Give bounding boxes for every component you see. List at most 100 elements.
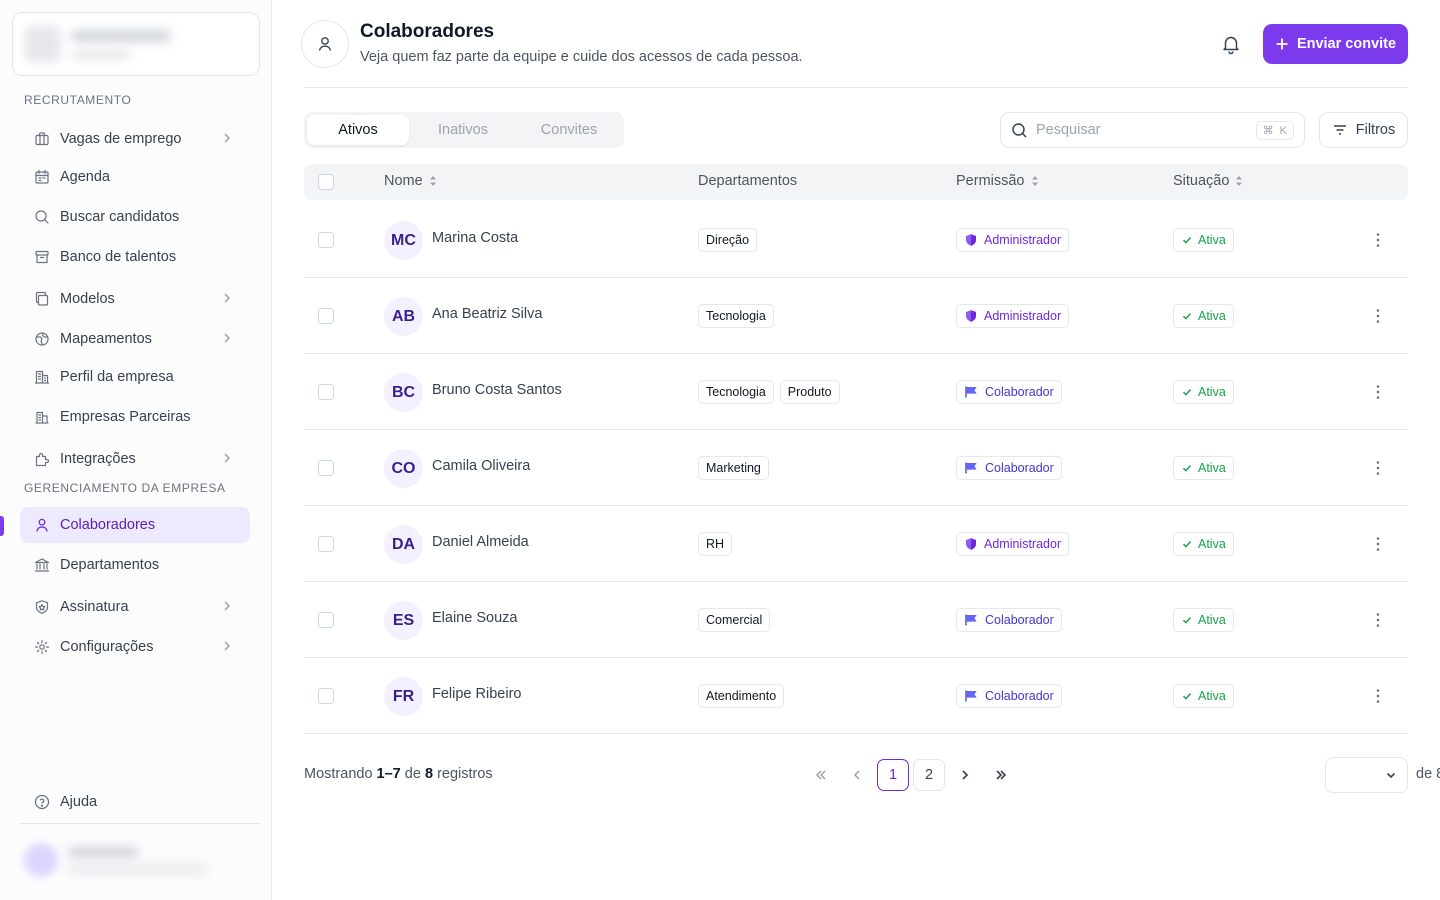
sidebar-item-label: Modelos [60,291,115,307]
row-checkbox[interactable] [318,232,334,248]
first-page-button[interactable] [805,759,837,791]
sidebar-item-modelos[interactable]: Modelos [20,281,250,317]
departments-cell: Atendimento [698,684,785,708]
table-row[interactable]: FR Felipe Ribeiro Atendimento Colaborador At… [304,658,1408,734]
search-icon [1012,122,1027,138]
departments-cell: Marketing [698,456,769,480]
column-header-name[interactable]: Nome [384,173,437,189]
chevron-right-icon [220,331,234,345]
page-1-button[interactable]: 1 [877,759,909,791]
search-box: ⌘ K [1000,112,1305,148]
row-actions-kebab-icon[interactable] [1368,458,1388,478]
sort-icon [1031,176,1038,186]
member-name: Camila Oliveira [432,458,531,474]
row-checkbox[interactable] [318,536,334,552]
row-actions-kebab-icon[interactable] [1368,610,1388,630]
page-select[interactable] [1325,757,1408,793]
row-actions-kebab-icon[interactable] [1368,686,1388,706]
departments-cell: Tecnologia Produto [698,380,840,404]
status-badge: Ativa [1173,608,1234,632]
sidebar-item-configuracoes[interactable]: Configurações [20,629,250,665]
shield-icon [34,599,50,615]
shield-badge-icon [966,538,976,550]
row-actions-kebab-icon[interactable] [1368,230,1388,250]
last-page-button[interactable] [985,759,1017,791]
sidebar-item-perfil-da-empresa[interactable]: Perfil da empresa [20,359,250,395]
send-invite-button[interactable]: Enviar convite [1263,24,1408,64]
permission-badge: Colaborador [956,684,1062,708]
sidebar-item-label: Configurações [60,639,154,655]
help-circle-icon [34,794,50,810]
table-row[interactable]: MC Marina Costa Direção Administrador Ativa [304,202,1408,278]
table-row[interactable]: DA Daniel Almeida RH Administrador Ativa [304,506,1408,582]
status-badge: Ativa [1173,532,1234,556]
row-actions-kebab-icon[interactable] [1368,382,1388,402]
column-header-status[interactable]: Situação [1173,173,1243,189]
table-row[interactable]: ES Elaine Souza Comercial Colaborador Ativa [304,582,1408,658]
department-chip: Tecnologia [698,380,774,404]
chevron-right-icon [220,451,234,465]
organization-switcher[interactable] [12,12,260,76]
shield-badge-icon [966,234,976,246]
row-checkbox[interactable] [318,460,334,476]
row-checkbox[interactable] [318,384,334,400]
status-badge: Ativa [1173,228,1234,252]
briefcase-icon [34,131,50,147]
sidebar-item-label: Banco de talentos [60,249,177,265]
sidebar-item-assinatura[interactable]: Assinatura [20,589,250,625]
tab-convites[interactable]: Convites [517,115,621,145]
search-input[interactable] [1036,122,1246,138]
tab-inativos[interactable]: Inativos [409,115,517,145]
buildings-icon [34,409,50,425]
flag-icon [965,462,977,474]
sidebar-item-empresas-parceiras[interactable]: Empresas Parceiras [20,399,250,435]
previous-page-button[interactable] [841,759,873,791]
avatar: BC [384,373,423,412]
row-checkbox[interactable] [318,612,334,628]
tab-ativos[interactable]: Ativos [307,115,409,145]
table-row[interactable]: BC Bruno Costa Santos Tecnologia Produto Col… [304,354,1408,430]
avatar: FR [384,677,423,716]
chevron-right-icon [962,770,969,780]
chevron-left-icon [853,770,860,780]
row-checkbox[interactable] [318,688,334,704]
table-header: Nome Departamentos Permissão Situação [304,164,1408,200]
sidebar-item-agenda[interactable]: Agenda [20,159,250,195]
avatar: DA [384,525,423,564]
page-2-button[interactable]: 2 [913,759,945,791]
sidebar-item-integracoes[interactable]: Integrações [20,441,250,477]
row-actions-kebab-icon[interactable] [1368,306,1388,326]
table-row[interactable]: AB Ana Beatriz Silva Tecnologia Administrad… [304,278,1408,354]
shortcut-badge: ⌘ K [1255,121,1294,140]
status-badge: Ativa [1173,456,1234,480]
sidebar-item-departamentos[interactable]: Departamentos [20,547,250,583]
filters-button[interactable]: Filtros [1319,112,1408,148]
status-tabs: Ativos Inativos Convites [304,112,624,148]
sidebar-item-label: Empresas Parceiras [60,409,191,425]
select-all-checkbox[interactable] [318,174,334,190]
sidebar-item-mapeamentos[interactable]: Mapeamentos [20,321,250,357]
row-actions-kebab-icon[interactable] [1368,534,1388,554]
next-page-button[interactable] [949,759,981,791]
user-profile-menu[interactable] [20,836,260,884]
organization-logo [25,26,61,62]
departments-cell: Direção [698,228,758,252]
column-header-permission[interactable]: Permissão [956,173,1039,189]
avatar: AB [384,297,423,336]
sidebar-item-help[interactable]: Ajuda [20,784,250,820]
sidebar-item-colaboradores[interactable]: Colaboradores [20,507,250,543]
check-icon [1182,237,1192,244]
flag-icon [965,690,977,702]
sidebar-item-label: Assinatura [60,599,129,615]
sidebar-item-label: Perfil da empresa [60,369,174,385]
table-row[interactable]: CO Camila Oliveira Marketing Colaborador Ati… [304,430,1408,506]
sidebar-item-buscar-candidatos[interactable]: Buscar candidatos [20,199,250,235]
notifications-bell-icon[interactable] [1220,33,1242,55]
sidebar-item-banco-de-talentos[interactable]: Banco de talentos [20,239,250,275]
sidebar-item-vagas-de-emprego[interactable]: Vagas de emprego [20,121,250,157]
page-count: de 8 [1416,766,1440,782]
row-checkbox[interactable] [318,308,334,324]
check-icon [1182,541,1192,548]
sidebar-item-label: Colaboradores [60,517,156,533]
permission-badge: Administrador [956,532,1070,556]
